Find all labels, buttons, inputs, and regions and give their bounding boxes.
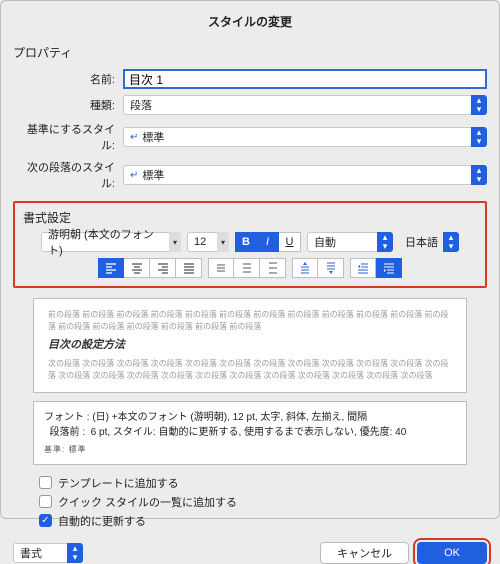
format-menu-label: 書式 [20, 545, 42, 561]
checkbox-template[interactable] [39, 476, 52, 489]
row-name: 名前: [13, 69, 487, 89]
format-section: 書式設定 游明朝 (本文のフォント) ▾ 12 ▾ B I U 自動 ▴▾ 日本… [13, 201, 487, 288]
cancel-button[interactable]: キャンセル [320, 542, 409, 564]
desc-sub: 基準: 標準 [44, 444, 456, 456]
label-template: テンプレートに追加する [58, 475, 179, 491]
label-kind: 種類: [13, 97, 123, 113]
paragraph-marker-icon: ↵ [130, 170, 138, 181]
chevron-updown-icon: ▴▾ [67, 543, 83, 563]
format-toolbar-1: 游明朝 (本文のフォント) ▾ 12 ▾ B I U 自動 ▴▾ 日本語 ▴▾ [23, 232, 477, 252]
label-quickstyle: クイック スタイルの一覧に追加する [58, 494, 237, 510]
name-input[interactable] [123, 69, 487, 89]
desc-line1: フォント : (日) +本文のフォント (游明朝), 12 pt, 太字, 斜体… [44, 410, 456, 425]
chevron-updown-icon: ▴▾ [471, 127, 487, 147]
next-value: 標準 [142, 167, 164, 183]
linespacing-1-button[interactable] [208, 258, 234, 278]
checkbox-quickstyle[interactable] [39, 495, 52, 508]
lang-select[interactable]: 日本語 ▴▾ [399, 232, 459, 252]
ok-button[interactable]: OK [417, 542, 487, 564]
style-buttons: B I U [235, 232, 301, 252]
footer: 書式 ▴▾ キャンセル OK [13, 532, 487, 564]
label-autoupdate: 自動的に更新する [58, 513, 146, 529]
bold-button[interactable]: B [235, 232, 257, 252]
chevron-updown-icon: ▴▾ [471, 165, 487, 185]
size-value: 12 [194, 236, 206, 248]
checkbox-autoupdate[interactable]: ✓ [39, 514, 52, 527]
kind-select[interactable]: 段落 ▴▾ [123, 95, 487, 115]
lang-value: 日本語 [405, 234, 438, 250]
kind-value: 段落 [130, 97, 152, 113]
linespacing-2-button[interactable] [260, 258, 286, 278]
italic-button[interactable]: I [257, 232, 279, 252]
dialog-title: スタイルの変更 [13, 9, 487, 40]
space-before-inc-button[interactable] [292, 258, 318, 278]
row-next: 次の段落のスタイル: ↵ 標準 ▴▾ [13, 159, 487, 191]
font-value: 游明朝 (本文のフォント) [48, 226, 162, 258]
preview-sample: 目次の設定方法 [48, 337, 452, 354]
indent-increase-button[interactable] [376, 258, 402, 278]
preview-box: 前の段落 前の段落 前の段落 前の段落 前の段落 前の段落 前の段落 前の段落 … [33, 298, 467, 393]
chevron-updown-icon: ▴▾ [377, 232, 393, 252]
desc-line2: 段落前 : 6 pt, スタイル: 自動的に更新する, 使用するまで表示しない,… [44, 425, 456, 440]
align-center-button[interactable] [124, 258, 150, 278]
checkboxes: テンプレートに追加する クイック スタイルの一覧に追加する ✓ 自動的に更新する [39, 475, 487, 532]
linespacing-15-button[interactable] [234, 258, 260, 278]
label-next: 次の段落のスタイル: [13, 159, 123, 191]
style-edit-dialog: スタイルの変更 プロパティ 名前: 種類: 段落 ▴▾ 基準にするスタイル: ↵… [0, 0, 500, 519]
paragraph-marker-icon: ↵ [130, 132, 138, 143]
section-format: 書式設定 [23, 209, 477, 226]
align-justify-button[interactable] [176, 258, 202, 278]
format-menu[interactable]: 書式 ▴▾ [13, 543, 83, 563]
section-property: プロパティ [13, 44, 487, 61]
font-select[interactable]: 游明朝 (本文のフォント) ▾ [41, 232, 181, 252]
chevron-updown-icon: ▴▾ [443, 232, 459, 252]
label-name: 名前: [13, 71, 123, 87]
align-right-button[interactable] [150, 258, 176, 278]
format-toolbar-2 [23, 258, 477, 278]
underline-button[interactable]: U [279, 232, 301, 252]
color-value: 自動 [314, 234, 336, 250]
preview-before: 前の段落 前の段落 前の段落 前の段落 前の段落 前の段落 前の段落 前の段落 … [48, 309, 452, 333]
row-kind: 種類: 段落 ▴▾ [13, 95, 487, 115]
size-select[interactable]: 12 ▾ [187, 232, 229, 252]
chevron-updown-icon: ▴▾ [471, 95, 487, 115]
label-base: 基準にするスタイル: [13, 121, 123, 153]
color-select[interactable]: 自動 ▴▾ [307, 232, 393, 252]
preview-after: 次の段落 次の段落 次の段落 次の段落 次の段落 次の段落 次の段落 次の段落 … [48, 358, 452, 382]
next-style-select[interactable]: ↵ 標準 ▴▾ [123, 165, 487, 185]
base-value: 標準 [142, 129, 164, 145]
space-before-dec-button[interactable] [318, 258, 344, 278]
row-base: 基準にするスタイル: ↵ 標準 ▴▾ [13, 121, 487, 153]
align-left-button[interactable] [98, 258, 124, 278]
indent-decrease-button[interactable] [350, 258, 376, 278]
base-style-select[interactable]: ↵ 標準 ▴▾ [123, 127, 487, 147]
description-box: フォント : (日) +本文のフォント (游明朝), 12 pt, 太字, 斜体… [33, 401, 467, 465]
